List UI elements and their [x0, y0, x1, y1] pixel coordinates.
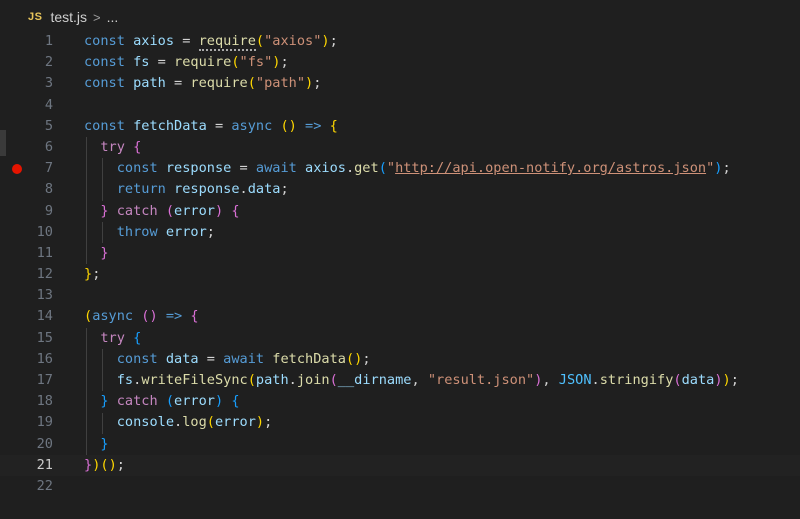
code-line[interactable]: 21 })();	[0, 454, 800, 476]
line-number: 22	[36, 477, 53, 494]
indent-guide	[102, 349, 104, 392]
code-line-text: (async () => {	[84, 308, 199, 325]
indent-guide	[102, 221, 104, 243]
code-line-text: const fs = require("fs");	[84, 54, 289, 71]
code-line-text: const path = require("path");	[84, 75, 322, 92]
line-number: 21	[36, 456, 53, 473]
code-line[interactable]: 5 const fetchData = async () => {	[0, 116, 800, 137]
line-number: 2	[44, 54, 53, 71]
code-line[interactable]: 7 const response = await axios.get("http…	[0, 158, 800, 179]
code-line[interactable]: 9 } catch (error) {	[0, 201, 800, 222]
code-line[interactable]: 3 const path = require("path");	[0, 73, 800, 94]
breadcrumb-file-name[interactable]: test.js	[50, 9, 87, 25]
code-line[interactable]: 16 const data = await fetchData();	[0, 349, 800, 370]
javascript-file-icon: JS	[28, 11, 43, 23]
line-number: 11	[36, 244, 53, 261]
line-number: 1	[44, 33, 53, 49]
code-line[interactable]: 19 console.log(error);	[0, 412, 800, 433]
line-number: 18	[36, 393, 53, 410]
line-number: 9	[44, 202, 53, 219]
line-number: 12	[36, 266, 53, 283]
breadcrumb-symbol-path[interactable]: ...	[107, 9, 119, 25]
code-line[interactable]: 2 const fs = require("fs");	[0, 52, 800, 73]
code-line[interactable]: 12};	[0, 264, 800, 285]
code-line-text: } catch (error) {	[100, 393, 240, 410]
code-line[interactable]: 15 try {	[0, 328, 800, 349]
line-number: 8	[44, 181, 53, 198]
code-line-text: throw error;	[116, 223, 215, 240]
line-number: 10	[36, 223, 53, 240]
code-line[interactable]: 17 fs.writeFileSync(path.join(__dirname,…	[0, 370, 800, 391]
code-line-text: })();	[84, 456, 125, 473]
code-line-text: const response = await axios.get("http:/…	[116, 160, 731, 177]
code-line-text: const fetchData = async () => {	[84, 117, 338, 134]
line-number: 20	[36, 435, 53, 452]
code-line[interactable]: 6 try {	[0, 137, 800, 158]
code-line-text: }	[100, 435, 109, 452]
code-line[interactable]: 20 }	[0, 434, 800, 455]
code-line-text: };	[84, 266, 101, 283]
line-number: 16	[36, 350, 53, 367]
code-line[interactable]: 4	[0, 95, 800, 116]
line-number: 19	[36, 414, 53, 431]
line-number: 14	[36, 308, 53, 325]
code-line[interactable]: 1 const axios = require("axios");	[0, 31, 800, 52]
indent-guide	[102, 412, 104, 434]
indent-guide	[102, 158, 104, 201]
code-line[interactable]: 11 }	[0, 243, 800, 264]
code-line[interactable]: 14 (async () => {	[0, 306, 800, 327]
code-line-text: } catch (error) {	[100, 202, 240, 219]
line-number: 6	[44, 138, 53, 155]
line-number: 5	[44, 117, 53, 134]
indent-guide	[86, 327, 87, 455]
line-number: 7	[44, 160, 53, 177]
code-line-text: const axios = require("axios");	[84, 33, 338, 51]
code-line-text: try {	[100, 138, 142, 155]
line-number: 17	[36, 372, 53, 388]
line-number: 15	[36, 329, 53, 346]
code-editor[interactable]: 1 const axios = require("axios"); 2 const f…	[0, 31, 800, 497]
line-number: 3	[44, 75, 53, 92]
code-line-text: try {	[100, 329, 142, 346]
line-number: 4	[44, 96, 53, 113]
indent-guide	[86, 137, 87, 265]
code-line-text: fs.writeFileSync(path.join(__dirname, "r…	[116, 372, 739, 388]
code-line-text: }	[100, 244, 109, 261]
line-number: 13	[36, 287, 53, 304]
code-line[interactable]: 18 } catch (error) {	[0, 391, 800, 412]
code-line-text: return response.data;	[116, 181, 289, 198]
code-line[interactable]: 13	[0, 285, 800, 306]
chevron-right-icon: >	[93, 9, 101, 25]
code-line[interactable]: 10 throw error;	[0, 222, 800, 243]
code-line-text: console.log(error);	[116, 414, 273, 431]
code-line[interactable]: 8 return response.data;	[0, 179, 800, 200]
breadcrumb: JS test.js > ...	[0, 0, 800, 34]
code-line[interactable]: 22	[0, 476, 800, 497]
code-line-text: const data = await fetchData();	[116, 350, 371, 367]
